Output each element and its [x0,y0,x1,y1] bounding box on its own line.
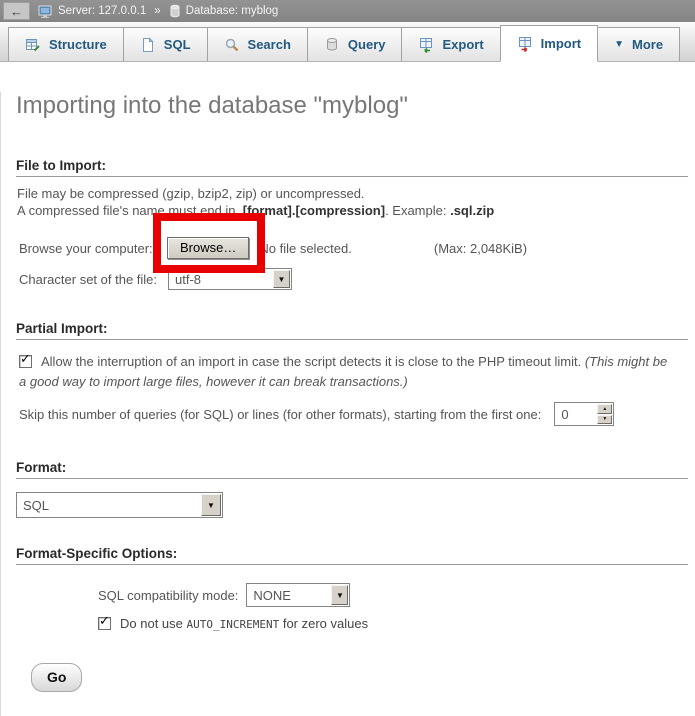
tab-label: Query [348,37,386,52]
search-icon [224,37,240,53]
tab-structure[interactable]: Structure [8,27,124,61]
max-upload-size: (Max: 2,048KiB) [434,241,527,256]
tab-label: SQL [164,37,191,52]
tab-label: Export [442,37,483,52]
tab-label: Import [541,36,581,51]
stepper-up-button[interactable]: ▲ [597,404,612,414]
skip-queries-stepper[interactable]: 0 ▲ ▼ [554,402,614,426]
format-selected-value: SQL [23,498,49,513]
sql-compat-select[interactable]: NONE ▼ [246,583,350,607]
stepper-down-button[interactable]: ▼ [597,415,612,425]
tab-query[interactable]: Query [307,27,403,61]
auto-increment-code: AUTO_INCREMENT [187,618,280,631]
breadcrumb: Server: 127.0.0.1 » Database: myblog [38,4,278,18]
dropdown-arrow-icon[interactable]: ▼ [201,494,221,516]
sql-compat-selected-value: NONE [253,588,291,603]
check-mark-icon: ✓ [99,614,110,628]
go-button[interactable]: Go [31,663,82,692]
page-title: Importing into the database "myblog" [16,92,695,120]
tab-sql[interactable]: SQL [123,27,208,61]
import-icon [517,36,533,52]
file-import-description: File may be compressed (gzip, bzip2, zip… [17,185,680,219]
section-heading-format: Format: [16,460,688,479]
check-mark-icon: ✓ [20,352,31,366]
query-icon [324,37,340,53]
filename-rule-example: .sql.zip [450,203,494,218]
section-heading-file-to-import: File to Import: [16,158,688,177]
filename-rule-prefix: A compressed file's name must end in [17,203,239,218]
phpmyadmin-import-page: ← Server: 127.0.0.1 » Database: myblog [0,0,695,716]
tab-import[interactable]: Import [500,25,598,62]
sql-icon [140,37,156,53]
compression-info: File may be compressed (gzip, bzip2, zip… [17,186,365,201]
structure-icon [25,37,41,53]
charset-label: Character set of the file: [19,272,168,287]
breadcrumb-separator: » [154,5,160,17]
browse-button[interactable]: Browse… [167,237,249,259]
format-select[interactable]: SQL ▼ [16,492,223,518]
no-file-selected-text: No file selected. [259,241,352,256]
skip-queries-row: Skip this number of queries (for SQL) or… [19,402,695,426]
stepper-buttons: ▲ ▼ [596,403,613,425]
back-arrow-icon: ← [10,4,23,19]
tab-label: Structure [49,37,107,52]
browse-row: Browse your computer: Browse… No file se… [19,235,695,261]
breadcrumb-server[interactable]: Server: 127.0.0.1 [58,5,146,17]
charset-row: Character set of the file: utf-8 ▼ [19,267,695,291]
skip-queries-value[interactable]: 0 [555,403,596,425]
sql-compat-row: SQL compatibility mode: NONE ▼ [98,583,695,607]
skip-queries-label: Skip this number of queries (for SQL) or… [19,407,541,422]
tab-more[interactable]: ▼ More [597,27,680,61]
breadcrumb-database[interactable]: Database: myblog [186,5,279,17]
filename-rule-mid: . Example: [385,203,450,218]
allow-interrupt-text: Allow the interruption of an import in c… [41,354,585,369]
browse-label: Browse your computer: [19,241,167,256]
allow-interrupt-checkbox[interactable]: ✓ [19,355,32,368]
tab-bar: Structure SQL Search Query [0,22,695,62]
auto-increment-text: Do not use AUTO_INCREMENT for zero value… [120,616,368,631]
auto-increment-checkbox[interactable]: ✓ [98,617,111,630]
tab-label: Search [248,37,291,52]
sql-compat-label: SQL compatibility mode: [98,588,238,603]
tab-export[interactable]: Export [401,27,500,61]
section-heading-format-options: Format-Specific Options: [16,546,688,565]
section-heading-partial-import: Partial Import: [16,321,688,340]
tab-label: More [632,37,663,52]
charset-select[interactable]: utf-8 ▼ [168,268,292,290]
import-content: Importing into the database "myblog" Fil… [0,92,695,716]
database-icon [169,4,181,18]
auto-increment-option: ✓ Do not use AUTO_INCREMENT for zero val… [98,616,695,631]
export-icon [418,37,434,53]
chevron-down-icon: ▼ [614,39,624,50]
charset-selected-value: utf-8 [175,272,201,287]
dropdown-arrow-icon[interactable]: ▼ [273,270,290,288]
allow-interrupt-option: ✓ Allow the interruption of an import in … [19,352,677,392]
back-arrow-button[interactable]: ← [3,2,30,20]
tab-search[interactable]: Search [207,27,308,61]
dropdown-arrow-icon[interactable]: ▼ [331,585,348,605]
filename-rule-format: .[format].[compression] [239,203,385,218]
server-icon [38,5,53,18]
breadcrumb-bar: ← Server: 127.0.0.1 » Database: myblog [0,0,695,22]
